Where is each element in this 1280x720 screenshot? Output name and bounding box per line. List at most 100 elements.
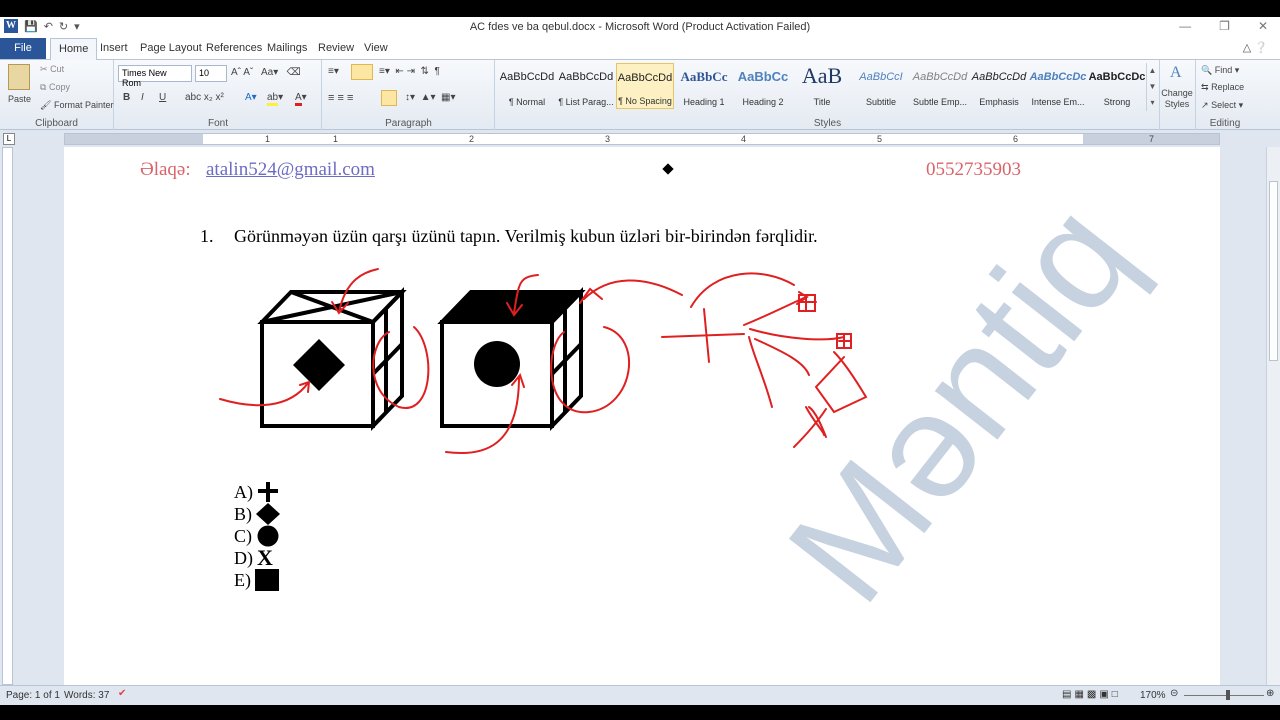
style-heading-1[interactable]: AaBbCc Heading 1 [675,63,733,109]
paintbrush-icon: 🖌 [40,100,52,110]
ruler-number: 2 [469,134,475,144]
word-window: W 💾 ↶ ↻ ▾ AC fdes ve ba qebul.docx - Mic… [0,17,1280,705]
style-list-paragraph[interactable]: AaBbCcDd ¶ List Parag... [557,63,615,109]
tab-mailings[interactable]: Mailings [267,42,307,54]
screen: W 💾 ↶ ↻ ▾ AC fdes ve ba qebul.docx - Mic… [0,0,1280,720]
font-color-button[interactable]: A▾ [295,92,307,106]
proofing-icon[interactable]: ✔ [118,688,126,699]
zoom-in-icon[interactable]: ⊕ [1266,688,1274,699]
paste-icon[interactable] [8,64,30,90]
window-title: AC fdes ve ba qebul.docx - Microsoft Wor… [469,21,811,33]
paragraph-label: Paragraph [385,118,432,129]
font-name-select[interactable]: Times New Rom [118,65,192,88]
strike-sub-super-buttons[interactable]: abc x₂ x² [185,92,224,103]
diamond-icon [256,503,280,525]
styles-scroll-buttons[interactable]: ▲ ▼ ▾ [1146,63,1158,111]
scissors-icon: ✂ [40,64,48,74]
tab-references[interactable]: References [206,42,262,54]
editing-group: 🔍 Find ▾ ⇆ Replace ↗ Select ▾ Editing [1197,60,1253,130]
zoom-slider[interactable] [1184,695,1264,696]
multilevel-list-button[interactable]: ≡▾ ⇤ ⇥ ⇅ ¶ [379,66,440,77]
zoom-slider-thumb[interactable] [1226,690,1230,700]
style-subtle-emphasis[interactable]: AaBbCcDd Subtle Emp... [911,63,969,109]
change-styles-group: A Change Styles [1160,60,1196,130]
plus-icon [258,482,278,502]
bullets-button[interactable]: ≡▾ [328,66,339,77]
style-intense-emphasis[interactable]: AaBbCcDc Intense Em... [1029,63,1087,109]
font-group: Times New Rom 10 Aˆ Aˇ Aa▾ ⌫ B I U abc x… [115,60,322,130]
replace-button[interactable]: ⇆ Replace [1201,82,1244,93]
numbering-button[interactable] [351,64,373,80]
select-button[interactable]: ↗ Select ▾ [1201,100,1243,111]
tab-page-layout[interactable]: Page Layout [140,42,202,54]
tab-insert[interactable]: Insert [100,42,128,54]
x-icon: X [257,545,273,570]
word-count[interactable]: Words: 37 [64,690,109,701]
tab-review[interactable]: Review [318,42,354,54]
help-icon[interactable]: △ ❔ [1243,41,1268,54]
grow-shrink-font-buttons[interactable]: Aˆ Aˇ Aa▾ ⌫ [231,67,301,78]
document-area: Məntiq Əlaqə: atalin524@gmail.com 055273… [0,147,1266,685]
paste-button[interactable]: Paste [8,94,31,104]
style-no-spacing[interactable]: AaBbCcDd ¶ No Spacing [616,63,674,109]
spacing-shading-border-buttons[interactable]: ↕▾ ▲▾ ▦▾ [405,92,456,103]
title-bar: W 💾 ↶ ↻ ▾ AC fdes ve ba qebul.docx - Mic… [0,17,1280,38]
view-buttons[interactable]: ▤▦▩▣□ [1062,689,1121,700]
ruler-number: 1 [265,134,271,144]
cursor-icon: ↗ [1201,100,1209,110]
style-emphasis[interactable]: AaBbCcDd Emphasis [970,63,1028,109]
zoom-out-icon[interactable]: ⊝ [1170,688,1178,699]
option-letter: D) [234,547,253,568]
text-effects-button[interactable]: A▾ [245,92,257,103]
square-icon [255,569,279,591]
style-strong[interactable]: AaBbCcDc Strong [1088,63,1146,109]
tab-file[interactable]: File [0,38,46,59]
style-title[interactable]: AaB Title [793,63,851,109]
restore-icon[interactable]: ❐ [1219,19,1230,33]
option-letter: E) [234,569,251,590]
tab-view[interactable]: View [364,42,388,54]
page-count[interactable]: Page: 1 of 1 [6,690,60,701]
clipboard-group: Paste ✂ Cut ⧉ Copy 🖌 Format Painter Clip… [0,60,114,130]
style-normal[interactable]: AaBbCcDd ¶ Normal [498,63,556,109]
replace-icon: ⇆ [1201,82,1209,92]
align-buttons[interactable]: ≡ ≡ ≡ [328,92,353,104]
zoom-level[interactable]: 170% [1140,690,1166,701]
tab-home[interactable]: Home [50,38,98,60]
window-controls: — ❐ ✕ [1179,19,1268,33]
vertical-scrollbar[interactable] [1266,147,1280,685]
minimize-icon[interactable]: — [1179,19,1191,33]
style-subtitle[interactable]: AaBbCcI Subtitle [852,63,910,109]
close-icon[interactable]: ✕ [1258,19,1268,33]
copy-icon: ⧉ [40,82,47,92]
font-label: Font [207,118,228,129]
ruler-number: 3 [605,134,611,144]
status-bar: Page: 1 of 1 Words: 37 ✔ ▤▦▩▣□ 170% ⊝ ⊕ [0,685,1280,705]
paragraph-group: ≡▾ ≡▾ ⇤ ⇥ ⇅ ¶ ≡ ≡ ≡ ↕▾ ▲▾ ▦▾ Paragraph [323,60,495,130]
bold-button[interactable]: B [123,92,130,103]
option-letter: A) [234,481,253,502]
copy-button[interactable]: ⧉ Copy [40,82,70,93]
option-c: C) [234,525,280,547]
document-page[interactable]: Məntiq Əlaqə: atalin524@gmail.com 055273… [64,147,1220,685]
option-letter: C) [234,525,252,546]
change-styles-button[interactable]: Change Styles [1160,88,1194,110]
option-a: A) [234,481,279,503]
find-button[interactable]: 🔍 Find ▾ [1201,65,1239,76]
justify-button[interactable] [381,90,397,106]
ruler-strip[interactable]: 1 1 2 3 4 5 6 7 [64,133,1220,145]
change-styles-icon[interactable]: A [1170,64,1182,82]
italic-button[interactable]: I [141,92,144,103]
scroll-thumb[interactable] [1269,181,1278,361]
highlight-button[interactable]: ab▾ [267,92,283,106]
editing-label: Editing [1209,118,1241,129]
underline-button[interactable]: U [159,92,166,103]
cut-button[interactable]: ✂ Cut [40,64,64,75]
tab-selector[interactable]: L [3,133,15,145]
vertical-ruler [0,147,14,685]
style-heading-2[interactable]: AaBbCc Heading 2 [734,63,792,109]
format-painter-button[interactable]: 🖌 Format Painter [40,100,113,111]
circle-face [474,341,520,387]
font-size-select[interactable]: 10 [195,65,227,82]
clipboard-label: Clipboard [35,118,78,129]
